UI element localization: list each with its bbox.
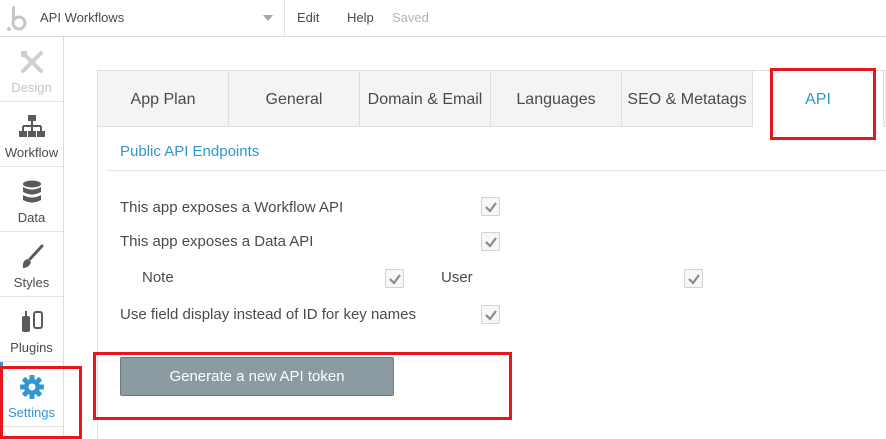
check-icon — [485, 310, 497, 321]
data-api-checkbox[interactable] — [481, 232, 500, 251]
check-icon — [485, 202, 497, 213]
data-type-user-checkbox[interactable] — [684, 269, 703, 288]
sidebar-item-label: Data — [17, 210, 46, 225]
sidebar-item-styles[interactable]: Styles — [0, 232, 63, 297]
check-icon — [688, 274, 700, 285]
divider — [106, 170, 886, 171]
check-icon — [389, 274, 401, 285]
check-icon — [485, 237, 497, 248]
sidebar-item-label: Workflow — [4, 145, 59, 160]
tab-app-plan[interactable]: App Plan — [98, 71, 229, 127]
sidebar-item-workflow[interactable]: Workflow — [0, 102, 63, 167]
settings-tabs: App Plan General Domain & Email Language… — [98, 71, 886, 127]
tab-general[interactable]: General — [229, 71, 360, 127]
design-tools-icon — [18, 49, 46, 75]
paint-brush-icon — [18, 244, 46, 270]
field-display-checkbox[interactable] — [481, 305, 500, 324]
section-title: Public API Endpoints — [120, 143, 260, 160]
sidebar-item-design[interactable]: Design — [0, 37, 63, 102]
plug-icon — [18, 309, 46, 335]
database-icon — [18, 179, 46, 205]
workflow-tree-icon — [18, 114, 46, 140]
save-status: Saved — [392, 10, 429, 25]
tab-seo-metatags[interactable]: SEO & Metatags — [622, 71, 753, 127]
highlight-api-tab — [770, 68, 876, 140]
workflow-api-label: This app exposes a Workflow API — [120, 199, 344, 216]
data-api-label: This app exposes a Data API — [120, 233, 314, 250]
workflow-api-checkbox[interactable] — [481, 197, 500, 216]
bubble-logo-icon[interactable] — [4, 3, 32, 33]
caret-down-icon — [263, 15, 273, 21]
sidebar-item-label: Design — [11, 80, 52, 95]
data-type-note-label: Note — [142, 269, 174, 286]
app-selector-dropdown[interactable]: API Workflows — [34, 4, 282, 32]
help-menu[interactable]: Help — [347, 10, 374, 25]
app-name: API Workflows — [40, 10, 125, 25]
data-type-user-label: User — [441, 269, 473, 286]
sidebar-item-label: Styles — [13, 275, 50, 290]
field-display-label: Use field display instead of ID for key … — [120, 306, 416, 323]
highlight-generate-button — [93, 352, 512, 420]
sidebar-item-plugins[interactable]: Plugins — [0, 297, 63, 362]
highlight-settings-item — [0, 366, 82, 439]
sidebar-item-data[interactable]: Data — [0, 167, 63, 232]
data-type-note-checkbox[interactable] — [385, 269, 404, 288]
top-bar: API Workflows Edit Help Saved — [0, 0, 886, 37]
divider — [284, 0, 285, 37]
sidebar-item-label: Plugins — [10, 340, 53, 355]
tab-languages[interactable]: Languages — [491, 71, 622, 127]
tab-domain-email[interactable]: Domain & Email — [360, 71, 491, 127]
edit-menu[interactable]: Edit — [297, 10, 319, 25]
